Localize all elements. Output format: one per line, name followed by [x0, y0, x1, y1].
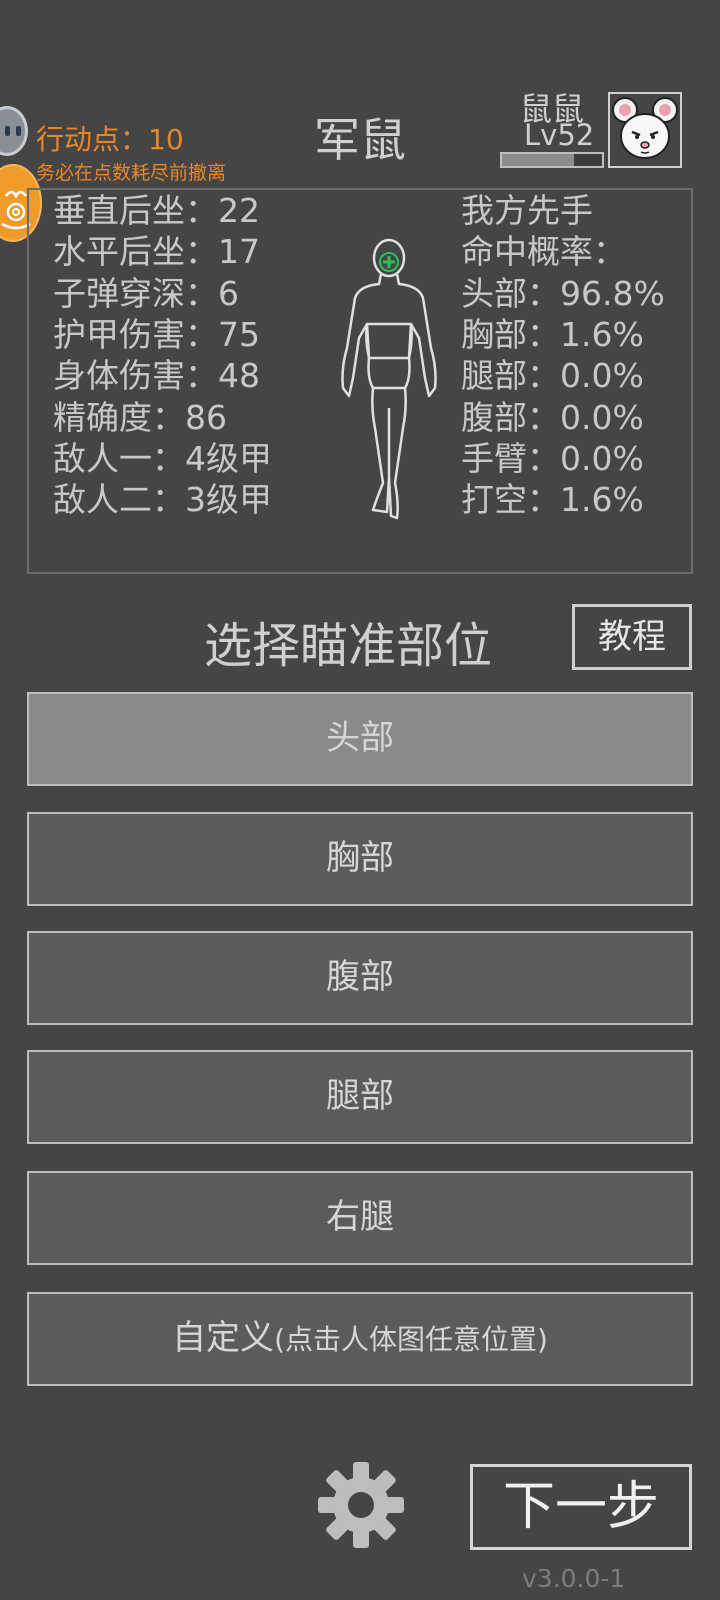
- aim-section-title: 选择瞄准部位: [204, 618, 493, 674]
- aim-option-button[interactable]: 胸部: [27, 812, 693, 906]
- gear-icon[interactable]: [318, 1462, 404, 1548]
- version-label: v3.0.0-1: [522, 1564, 626, 1593]
- stat-line: 身体伤害：48: [53, 356, 260, 396]
- xp-progress-bar: [500, 152, 604, 168]
- stat-line: 敌人二：3级甲: [53, 480, 272, 520]
- aim-option-button[interactable]: 腿部: [27, 1050, 693, 1144]
- hit-chance-line: 头部：96.8%: [461, 273, 665, 313]
- aim-option-button[interactable]: 头部: [27, 692, 693, 786]
- stat-line: 垂直后坐：22: [53, 191, 260, 230]
- stat-line: 水平后坐：17: [53, 232, 260, 272]
- player-level: Lv52: [524, 118, 595, 152]
- custom-aim-button[interactable]: 自定义(点击人体图任意位置): [27, 1292, 693, 1386]
- stat-line: 敌人一：4级甲: [53, 438, 272, 478]
- stats-panel: 垂直后坐：22 水平后坐：17 子弹穿深：6 护甲伤害：75 身体伤害：48 精确度：86…: [27, 188, 693, 574]
- custom-aim-label: 自定义: [172, 1318, 275, 1358]
- tutorial-button[interactable]: 教程: [572, 604, 692, 670]
- aim-option-button[interactable]: 腹部: [27, 931, 693, 1025]
- hit-chance-line: 胸部：1.6%: [461, 314, 644, 354]
- stat-line: 子弹穿深：6: [53, 273, 239, 313]
- hit-chance-line: 命中概率：: [461, 232, 626, 272]
- hit-chance-line: 我方先手: [461, 191, 593, 230]
- next-step-button[interactable]: 下一步: [470, 1464, 692, 1550]
- hit-chance-line: 打空：1.6%: [461, 480, 644, 520]
- hit-chance-line: 腹部：0.0%: [461, 397, 644, 437]
- stat-line: 护甲伤害：75: [53, 314, 260, 354]
- custom-aim-note: (点击人体图任意位置): [274, 1323, 548, 1356]
- hit-chance-line: 手臂：0.0%: [461, 438, 644, 478]
- body-diagram[interactable]: [319, 228, 459, 528]
- hit-chance-line: 腿部：0.0%: [461, 356, 644, 396]
- xp-progress-fill: [502, 154, 574, 166]
- aim-option-button[interactable]: 右腿: [27, 1171, 693, 1265]
- player-avatar[interactable]: [608, 92, 682, 168]
- stat-line: 精确度：86: [53, 397, 227, 437]
